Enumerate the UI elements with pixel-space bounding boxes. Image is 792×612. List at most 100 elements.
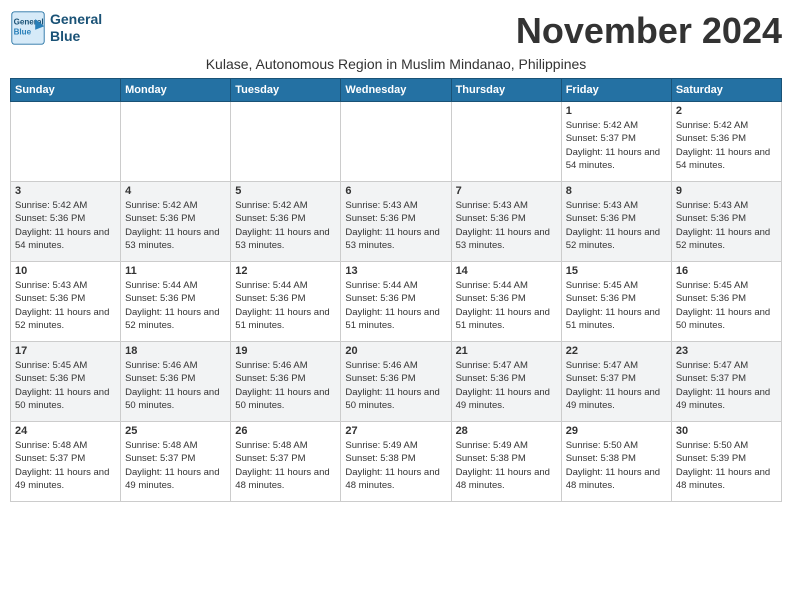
weekday-header-sunday: Sunday bbox=[11, 79, 121, 102]
day-number: 2 bbox=[676, 105, 777, 117]
day-info: Sunrise: 5:44 AM Sunset: 5:36 PM Dayligh… bbox=[235, 279, 336, 332]
day-number: 8 bbox=[566, 185, 667, 197]
day-info: Sunrise: 5:42 AM Sunset: 5:36 PM Dayligh… bbox=[235, 199, 336, 252]
day-number: 9 bbox=[676, 185, 777, 197]
calendar-cell: 23 Sunrise: 5:47 AM Sunset: 5:37 PM Dayli… bbox=[671, 342, 781, 422]
day-number: 24 bbox=[15, 425, 116, 437]
calendar-cell: 6 Sunrise: 5:43 AM Sunset: 5:36 PM Daylig… bbox=[341, 182, 451, 262]
calendar-cell: 4Sunrise: 5:42 AM Sunset: 5:36 PM Daylig… bbox=[121, 182, 231, 262]
calendar-cell: 19Sunrise: 5:46 AM Sunset: 5:36 PM Dayli… bbox=[231, 342, 341, 422]
calendar-table: SundayMondayTuesdayWednesdayThursdayFrid… bbox=[10, 78, 782, 502]
day-info: Sunrise: 5:47 AM Sunset: 5:37 PM Dayligh… bbox=[676, 359, 777, 412]
day-info: Sunrise: 5:42 AM Sunset: 5:36 PM Dayligh… bbox=[15, 199, 116, 252]
calendar-cell: 17Sunrise: 5:45 AM Sunset: 5:36 PM Dayli… bbox=[11, 342, 121, 422]
day-number: 1 bbox=[566, 105, 667, 117]
calendar-week-1: 1 Sunrise: 5:42 AM Sunset: 5:37 PM Daylig… bbox=[11, 102, 782, 182]
calendar-week-2: 3 Sunrise: 5:42 AM Sunset: 5:36 PM Daylig… bbox=[11, 182, 782, 262]
svg-text:Blue: Blue bbox=[14, 27, 32, 36]
calendar-cell bbox=[231, 102, 341, 182]
day-number: 20 bbox=[345, 345, 446, 357]
calendar-cell: 30 Sunrise: 5:50 AM Sunset: 5:39 PM Dayli… bbox=[671, 422, 781, 502]
day-number: 28 bbox=[456, 425, 557, 437]
day-number: 25 bbox=[125, 425, 226, 437]
calendar-cell: 18Sunrise: 5:46 AM Sunset: 5:36 PM Dayli… bbox=[121, 342, 231, 422]
day-number: 13 bbox=[345, 265, 446, 277]
day-number: 6 bbox=[345, 185, 446, 197]
day-info: Sunrise: 5:46 AM Sunset: 5:36 PM Dayligh… bbox=[125, 359, 226, 412]
day-info: Sunrise: 5:50 AM Sunset: 5:38 PM Dayligh… bbox=[566, 439, 667, 492]
day-info: Sunrise: 5:45 AM Sunset: 5:36 PM Dayligh… bbox=[676, 279, 777, 332]
calendar-cell: 15 Sunrise: 5:45 AM Sunset: 5:36 PM Dayli… bbox=[561, 262, 671, 342]
day-info: Sunrise: 5:50 AM Sunset: 5:39 PM Dayligh… bbox=[676, 439, 777, 492]
day-info: Sunrise: 5:43 AM Sunset: 5:36 PM Dayligh… bbox=[566, 199, 667, 252]
calendar-week-3: 10 Sunrise: 5:43 AM Sunset: 5:36 PM Dayli… bbox=[11, 262, 782, 342]
weekday-header-thursday: Thursday bbox=[451, 79, 561, 102]
day-number: 26 bbox=[235, 425, 336, 437]
day-info: Sunrise: 5:49 AM Sunset: 5:38 PM Dayligh… bbox=[345, 439, 446, 492]
calendar-cell: 1 Sunrise: 5:42 AM Sunset: 5:37 PM Daylig… bbox=[561, 102, 671, 182]
day-number: 23 bbox=[676, 345, 777, 357]
calendar-subtitle: Kulase, Autonomous Region in Muslim Mind… bbox=[10, 56, 782, 72]
day-info: Sunrise: 5:43 AM Sunset: 5:36 PM Dayligh… bbox=[676, 199, 777, 252]
day-info: Sunrise: 5:49 AM Sunset: 5:38 PM Dayligh… bbox=[456, 439, 557, 492]
day-number: 11 bbox=[125, 265, 226, 277]
day-number: 29 bbox=[566, 425, 667, 437]
calendar-week-4: 17Sunrise: 5:45 AM Sunset: 5:36 PM Dayli… bbox=[11, 342, 782, 422]
day-info: Sunrise: 5:44 AM Sunset: 5:36 PM Dayligh… bbox=[456, 279, 557, 332]
weekday-header-tuesday: Tuesday bbox=[231, 79, 341, 102]
day-info: Sunrise: 5:45 AM Sunset: 5:36 PM Dayligh… bbox=[566, 279, 667, 332]
day-info: Sunrise: 5:48 AM Sunset: 5:37 PM Dayligh… bbox=[15, 439, 116, 492]
calendar-cell: 7 Sunrise: 5:43 AM Sunset: 5:36 PM Daylig… bbox=[451, 182, 561, 262]
weekday-header-saturday: Saturday bbox=[671, 79, 781, 102]
calendar-cell: 20 Sunrise: 5:46 AM Sunset: 5:36 PM Dayli… bbox=[341, 342, 451, 422]
day-number: 3 bbox=[15, 185, 116, 197]
day-number: 19 bbox=[235, 345, 336, 357]
calendar-cell: 9 Sunrise: 5:43 AM Sunset: 5:36 PM Daylig… bbox=[671, 182, 781, 262]
calendar-cell: 27 Sunrise: 5:49 AM Sunset: 5:38 PM Dayli… bbox=[341, 422, 451, 502]
day-number: 14 bbox=[456, 265, 557, 277]
day-info: Sunrise: 5:43 AM Sunset: 5:36 PM Dayligh… bbox=[15, 279, 116, 332]
day-number: 21 bbox=[456, 345, 557, 357]
calendar-cell bbox=[451, 102, 561, 182]
day-info: Sunrise: 5:43 AM Sunset: 5:36 PM Dayligh… bbox=[456, 199, 557, 252]
day-info: Sunrise: 5:46 AM Sunset: 5:36 PM Dayligh… bbox=[345, 359, 446, 412]
day-info: Sunrise: 5:44 AM Sunset: 5:36 PM Dayligh… bbox=[125, 279, 226, 332]
calendar-cell: 24 Sunrise: 5:48 AM Sunset: 5:37 PM Dayli… bbox=[11, 422, 121, 502]
day-info: Sunrise: 5:47 AM Sunset: 5:36 PM Dayligh… bbox=[456, 359, 557, 412]
calendar-cell bbox=[121, 102, 231, 182]
day-info: Sunrise: 5:44 AM Sunset: 5:36 PM Dayligh… bbox=[345, 279, 446, 332]
calendar-cell: 2 Sunrise: 5:42 AM Sunset: 5:36 PM Daylig… bbox=[671, 102, 781, 182]
day-number: 27 bbox=[345, 425, 446, 437]
day-info: Sunrise: 5:48 AM Sunset: 5:37 PM Dayligh… bbox=[125, 439, 226, 492]
calendar-cell: 5 Sunrise: 5:42 AM Sunset: 5:36 PM Daylig… bbox=[231, 182, 341, 262]
day-info: Sunrise: 5:47 AM Sunset: 5:37 PM Dayligh… bbox=[566, 359, 667, 412]
calendar-cell bbox=[11, 102, 121, 182]
day-number: 12 bbox=[235, 265, 336, 277]
calendar-week-5: 24 Sunrise: 5:48 AM Sunset: 5:37 PM Dayli… bbox=[11, 422, 782, 502]
calendar-cell: 14 Sunrise: 5:44 AM Sunset: 5:36 PM Dayli… bbox=[451, 262, 561, 342]
day-number: 10 bbox=[15, 265, 116, 277]
calendar-cell: 12 Sunrise: 5:44 AM Sunset: 5:36 PM Dayli… bbox=[231, 262, 341, 342]
logo: General Blue General Blue bbox=[10, 10, 102, 46]
logo-text-general: General bbox=[50, 11, 102, 28]
day-info: Sunrise: 5:43 AM Sunset: 5:36 PM Dayligh… bbox=[345, 199, 446, 252]
day-number: 22 bbox=[566, 345, 667, 357]
calendar-cell: 3 Sunrise: 5:42 AM Sunset: 5:36 PM Daylig… bbox=[11, 182, 121, 262]
day-info: Sunrise: 5:48 AM Sunset: 5:37 PM Dayligh… bbox=[235, 439, 336, 492]
calendar-cell: 10 Sunrise: 5:43 AM Sunset: 5:36 PM Dayli… bbox=[11, 262, 121, 342]
day-number: 7 bbox=[456, 185, 557, 197]
logo-icon: General Blue bbox=[10, 10, 46, 46]
day-number: 17 bbox=[15, 345, 116, 357]
day-number: 30 bbox=[676, 425, 777, 437]
day-number: 5 bbox=[235, 185, 336, 197]
weekday-header-friday: Friday bbox=[561, 79, 671, 102]
day-number: 16 bbox=[676, 265, 777, 277]
weekday-header-wednesday: Wednesday bbox=[341, 79, 451, 102]
day-info: Sunrise: 5:42 AM Sunset: 5:37 PM Dayligh… bbox=[566, 119, 667, 172]
calendar-cell bbox=[341, 102, 451, 182]
calendar-cell: 21 Sunrise: 5:47 AM Sunset: 5:36 PM Dayli… bbox=[451, 342, 561, 422]
calendar-cell: 8 Sunrise: 5:43 AM Sunset: 5:36 PM Daylig… bbox=[561, 182, 671, 262]
day-number: 15 bbox=[566, 265, 667, 277]
logo-text-blue: Blue bbox=[50, 28, 102, 45]
day-info: Sunrise: 5:42 AM Sunset: 5:36 PM Dayligh… bbox=[676, 119, 777, 172]
